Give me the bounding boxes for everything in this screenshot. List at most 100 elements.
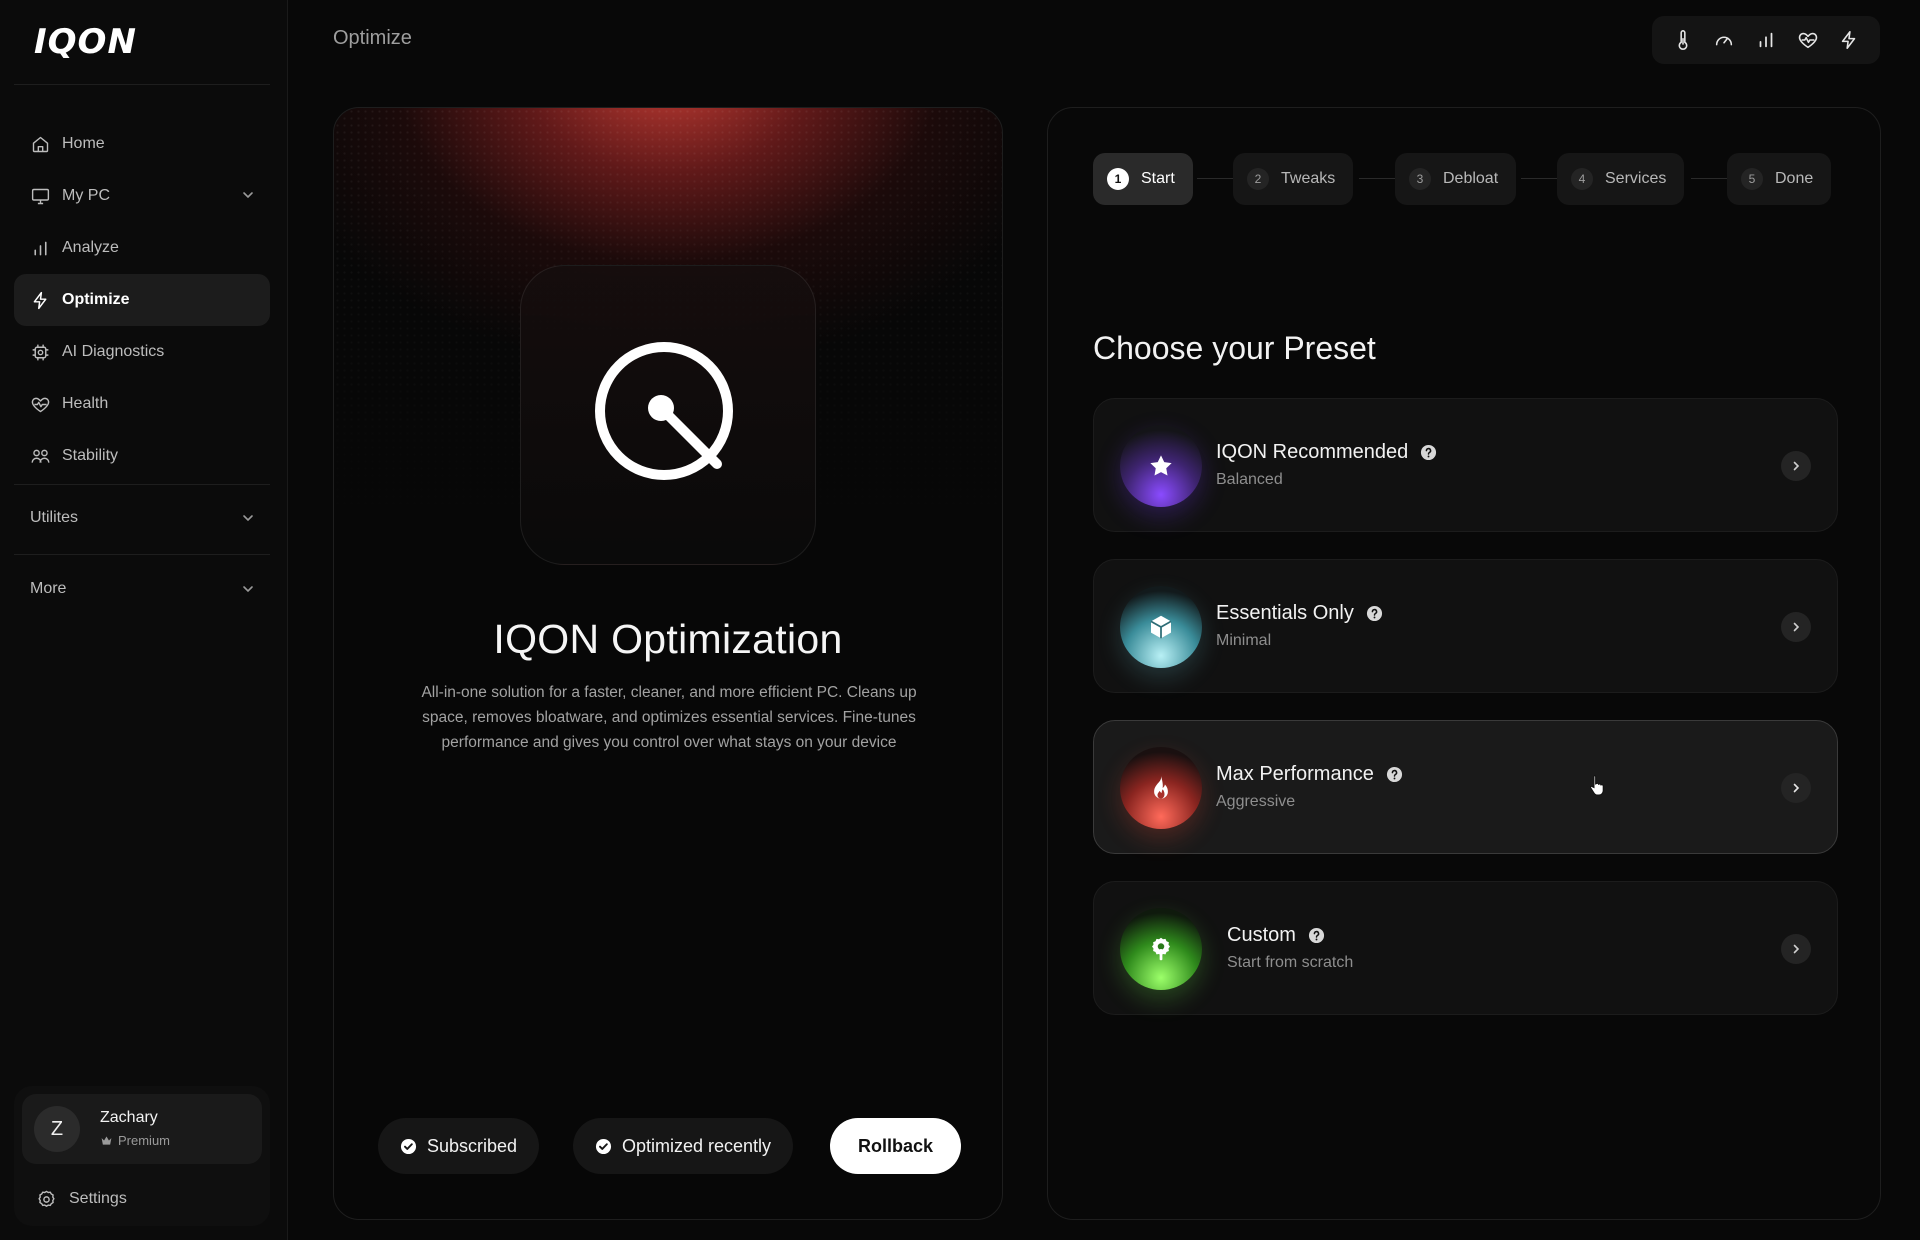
preset-title-text: Essentials Only: [1216, 602, 1354, 624]
badge-label: Subscribed: [427, 1135, 518, 1156]
thermometer-icon[interactable]: [1669, 26, 1697, 54]
settings-link[interactable]: Settings: [36, 1186, 127, 1212]
check-circle-icon: [400, 1138, 417, 1154]
app-logo: IQON: [34, 22, 137, 62]
app-window: IQON Home My PC Analyze Optimize AI Diag…: [0, 0, 1920, 1240]
step-progress: 1 Start 2 Tweaks 3 Debloat 4 Services 5 …: [1093, 153, 1838, 205]
divider: [14, 84, 270, 85]
hero-title: IQON Optimization: [493, 616, 843, 662]
help-icon[interactable]: [1386, 766, 1403, 783]
chevron-right-icon[interactable]: [1781, 612, 1811, 642]
help-icon[interactable]: [1366, 605, 1383, 622]
step-connector: [1197, 178, 1233, 179]
iqon-logo-icon: [595, 342, 733, 480]
preset-orb: [1120, 425, 1202, 507]
hero-icon-tile: [520, 265, 816, 565]
sidebar: IQON Home My PC Analyze Optimize AI Diag…: [0, 0, 288, 1240]
sidebar-item-analyze[interactable]: Analyze: [14, 222, 270, 274]
step-number: 5: [1741, 168, 1763, 190]
step-connector: [1359, 178, 1395, 179]
lightning-icon: [29, 289, 51, 311]
home-icon: [29, 133, 51, 155]
flame-icon: [1154, 776, 1168, 799]
preset-max-performance[interactable]: Max Performance Aggressive: [1093, 720, 1838, 854]
monitor-icon: [29, 185, 51, 207]
section-label: More: [30, 580, 67, 597]
badge-label: Optimized recently: [622, 1135, 772, 1156]
speedometer-icon[interactable]: [1710, 26, 1738, 54]
step-services[interactable]: 4 Services: [1557, 153, 1685, 205]
preset-title: Essentials Only: [1216, 602, 1383, 625]
bar-chart-icon: [29, 237, 51, 259]
crown-icon: [101, 1136, 112, 1145]
chip-icon: [29, 341, 51, 363]
rollback-button[interactable]: Rollback: [830, 1118, 962, 1174]
help-icon[interactable]: [1308, 927, 1325, 944]
sidebar-item-label: Home: [62, 135, 105, 152]
sidebar-item-stability[interactable]: Stability: [14, 430, 270, 482]
divider: [14, 554, 270, 555]
step-debloat[interactable]: 3 Debloat: [1395, 153, 1517, 205]
sidebar-item-ai-diagnostics[interactable]: AI Diagnostics: [14, 326, 270, 378]
sidebar-item-home[interactable]: Home: [14, 118, 270, 170]
gear-icon: [38, 1190, 55, 1207]
star-icon: [1150, 455, 1172, 476]
step-tweaks[interactable]: 2 Tweaks: [1233, 153, 1354, 205]
preset-orb: [1120, 747, 1202, 829]
preset-subtitle: Minimal: [1216, 632, 1272, 649]
sidebar-item-label: Optimize: [62, 291, 130, 308]
lightning-icon[interactable]: [1835, 26, 1863, 54]
chevron-right-icon[interactable]: [1781, 773, 1811, 803]
subscribed-badge: Subscribed: [378, 1118, 540, 1174]
preset-panel: 1 Start 2 Tweaks 3 Debloat 4 Services 5 …: [1047, 107, 1881, 1220]
user-name: Zachary: [100, 1109, 158, 1126]
section-more[interactable]: More: [14, 567, 270, 611]
sidebar-item-optimize[interactable]: Optimize: [14, 274, 270, 326]
preset-title-text: Max Performance: [1216, 763, 1374, 785]
chevron-right-icon[interactable]: [1781, 934, 1811, 964]
preset-essentials-only[interactable]: Essentials Only Minimal: [1093, 559, 1838, 693]
heart-pulse-icon[interactable]: [1794, 26, 1822, 54]
settings-label: Settings: [69, 1190, 127, 1207]
user-panel: Z Zachary Premium Settings: [14, 1086, 270, 1226]
preset-title: Max Performance: [1216, 763, 1403, 786]
preset-custom[interactable]: Custom Start from scratch: [1093, 881, 1838, 1015]
preset-orb: [1120, 908, 1202, 990]
sidebar-item-my-pc[interactable]: My PC: [14, 170, 270, 222]
preset-title: Custom: [1227, 924, 1325, 947]
sidebar-item-label: Stability: [62, 447, 119, 464]
user-plan: Premium: [100, 1133, 170, 1148]
preset-heading: Choose your Preset: [1093, 330, 1376, 366]
preset-subtitle: Start from scratch: [1227, 954, 1354, 971]
optimization-hero-panel: IQON Optimization All-in-one solution fo…: [333, 107, 1003, 1220]
step-done[interactable]: 5 Done: [1727, 153, 1832, 205]
users-icon: [29, 445, 51, 467]
preset-subtitle: Aggressive: [1216, 793, 1296, 810]
user-card[interactable]: Z Zachary Premium: [22, 1094, 262, 1164]
chevron-down-icon: [240, 581, 256, 602]
gear-wrench-icon: [1152, 937, 1170, 961]
hero-description: All-in-one solution for a faster, cleane…: [421, 684, 917, 751]
step-number: 1: [1107, 168, 1129, 190]
sidebar-item-label: Analyze: [62, 239, 119, 256]
section-utilities[interactable]: Utilites: [14, 496, 270, 540]
sidebar-item-label: My PC: [62, 187, 110, 204]
preset-iqon-recommended[interactable]: IQON Recommended Balanced: [1093, 398, 1838, 532]
bar-chart-icon[interactable]: [1752, 26, 1780, 54]
step-number: 3: [1409, 168, 1431, 190]
divider: [14, 484, 270, 485]
check-circle-icon: [595, 1138, 612, 1154]
sidebar-item-health[interactable]: Health: [14, 378, 270, 430]
preset-title: IQON Recommended: [1216, 441, 1437, 464]
chevron-down-icon[interactable]: [240, 187, 256, 208]
chevron-right-icon[interactable]: [1781, 451, 1811, 481]
page-title: Optimize: [333, 27, 412, 49]
step-number: 2: [1247, 168, 1269, 190]
avatar: Z: [34, 1106, 80, 1152]
step-number: 4: [1571, 168, 1593, 190]
help-icon[interactable]: [1420, 444, 1437, 461]
preset-title-text: Custom: [1227, 924, 1296, 946]
step-start[interactable]: 1 Start: [1093, 153, 1193, 205]
sidebar-nav: Home My PC Analyze Optimize AI Diagnosti…: [14, 118, 270, 482]
sidebar-item-label: AI Diagnostics: [62, 343, 165, 360]
